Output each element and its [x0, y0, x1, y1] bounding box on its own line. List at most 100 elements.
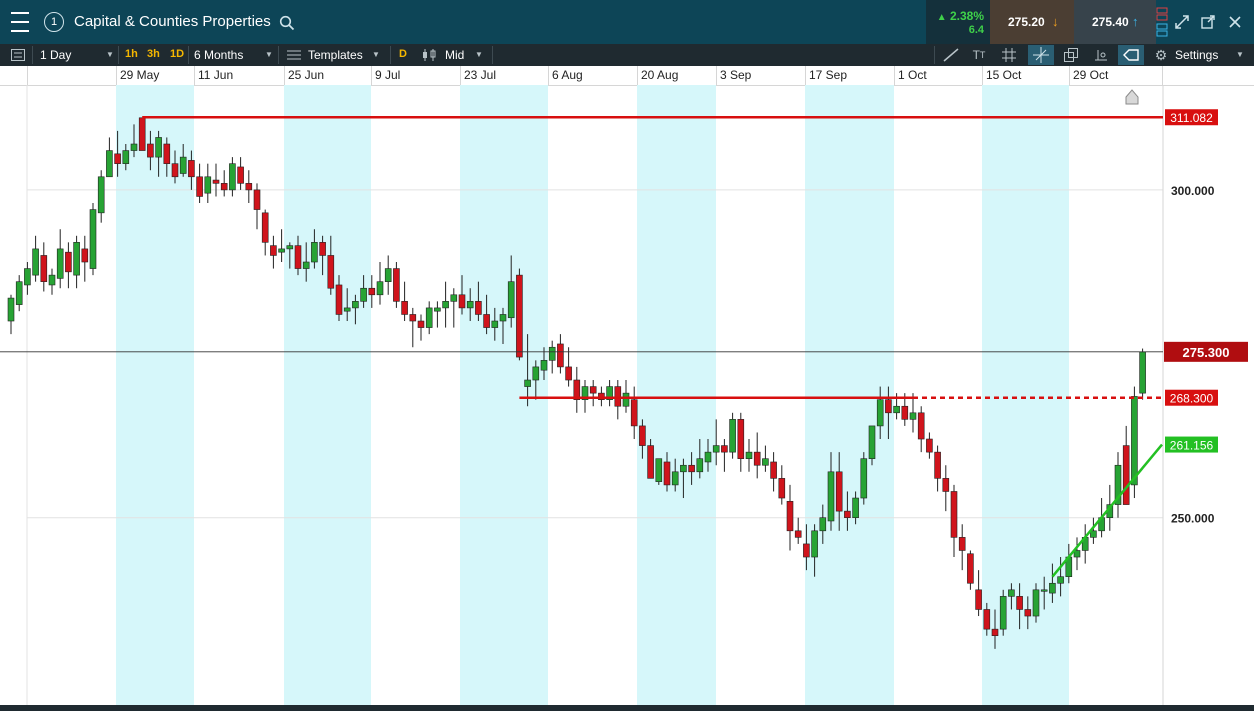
candle [745, 439, 753, 472]
x-tick-label: 3 Sep [720, 68, 752, 82]
range-select[interactable]: 6 Months [194, 48, 243, 62]
candle [860, 452, 868, 505]
settings-button[interactable]: Settings [1175, 48, 1218, 62]
candle-body [237, 166, 244, 184]
candle-body [540, 360, 548, 371]
week-band [637, 85, 716, 705]
candle [630, 386, 638, 440]
x-tick-label: 9 Jul [375, 68, 401, 82]
candle-body [327, 255, 335, 289]
tag-icon[interactable] [1118, 45, 1144, 65]
quick-interval-1d[interactable]: 1D [170, 48, 184, 60]
list-icon[interactable] [10, 48, 26, 62]
candle-body [376, 281, 384, 296]
candle-body [532, 366, 540, 381]
candle [65, 242, 72, 289]
candle-body [196, 176, 203, 197]
candle-body [803, 543, 810, 558]
buy-price-button[interactable]: 275.40 ↑ [1074, 0, 1156, 44]
candle-body [335, 284, 343, 315]
tab-number: 1 [50, 16, 58, 28]
candle [786, 484, 794, 551]
candle-body [319, 242, 326, 256]
sell-price-button[interactable]: 275.20 ↓ [990, 0, 1074, 44]
candle [24, 262, 31, 295]
candle-body [360, 287, 367, 302]
candle [261, 209, 269, 256]
candle-body [745, 451, 753, 459]
candle-body [458, 294, 466, 309]
candle-body [704, 451, 712, 463]
candle [196, 163, 203, 204]
candle-body [1040, 589, 1048, 592]
quick-interval-1h[interactable]: 1h [125, 48, 138, 60]
candle-type-icon[interactable] [422, 49, 438, 61]
candle [614, 380, 622, 420]
candle-body [352, 301, 359, 309]
price-type-select[interactable]: Mid [445, 48, 464, 62]
candle [97, 170, 105, 223]
candle-body [302, 261, 310, 269]
candle [573, 366, 581, 413]
quick-interval-3h[interactable]: 3h [147, 48, 160, 60]
close-icon[interactable] [1227, 14, 1243, 30]
candle [270, 235, 277, 269]
candle-body [950, 491, 958, 538]
y-tick-label: 300.000 [1171, 184, 1215, 198]
candle-body [245, 183, 253, 191]
text-icon[interactable]: TT [968, 47, 990, 63]
candle-body [261, 212, 269, 243]
expand-icon[interactable] [1174, 14, 1190, 30]
instrument-title: Capital & Counties Properties [74, 13, 271, 30]
candlestick-chart[interactable]: 250.000 300.000 275.300 311.082 268.300 261.… [0, 85, 1254, 705]
chart-toolbar: 1 Day ▼ 1h 3h 1D 6 Months ▼ Templates ▼ … [0, 44, 1254, 66]
candle-body [893, 405, 900, 414]
search-icon[interactable] [278, 14, 296, 32]
display-d-button[interactable]: D [399, 48, 407, 60]
candle-body [712, 445, 720, 453]
candle [401, 281, 408, 322]
candle-body [835, 471, 843, 512]
candle [56, 229, 64, 289]
crosshair-icon[interactable] [1028, 45, 1054, 65]
x-axis-labels: 29 May 11 Jun 25 Jun 9 Jul 23 Jul 6 Aug … [0, 66, 1254, 86]
candle-body [844, 510, 851, 518]
candle-body [860, 458, 868, 499]
tab-number-badge[interactable]: 1 [44, 12, 64, 32]
indicator-icon[interactable] [1092, 47, 1110, 63]
candle-body [934, 451, 941, 479]
candle-body [466, 301, 474, 309]
menu-icon[interactable] [8, 12, 32, 32]
candle-body [778, 478, 786, 499]
templates-button[interactable]: Templates [308, 48, 363, 62]
candle-body [991, 628, 999, 637]
popout-icon[interactable] [1200, 14, 1216, 30]
candle-body [89, 209, 97, 269]
candle-body [1139, 351, 1146, 394]
candle [565, 347, 572, 387]
candle [138, 117, 146, 151]
candle [1122, 425, 1130, 505]
home-marker-icon[interactable] [1125, 89, 1139, 105]
candle [516, 268, 523, 361]
layers-icon[interactable] [1062, 47, 1080, 63]
chevron-down-icon: ▼ [106, 50, 114, 59]
candle [581, 380, 589, 413]
candle-body [278, 248, 285, 253]
y-tick-label: 250.000 [1171, 512, 1215, 526]
candle-body [729, 419, 736, 453]
x-tick-label: 25 Jun [288, 68, 325, 82]
instrument-header: 1 Capital & Counties Properties ▲ 2.38% … [0, 0, 1254, 44]
candle [909, 393, 917, 433]
candle [926, 432, 933, 459]
candle-body [179, 156, 187, 174]
draw-line-icon[interactable] [942, 47, 960, 63]
depth-icon[interactable] [1156, 6, 1168, 38]
grid-icon[interactable] [1000, 47, 1018, 63]
candle-body [688, 464, 695, 473]
candle [409, 307, 417, 348]
candle-body [1131, 396, 1138, 486]
interval-select[interactable]: 1 Day [40, 48, 71, 62]
candle-body [975, 589, 982, 610]
candle-body [737, 419, 745, 459]
